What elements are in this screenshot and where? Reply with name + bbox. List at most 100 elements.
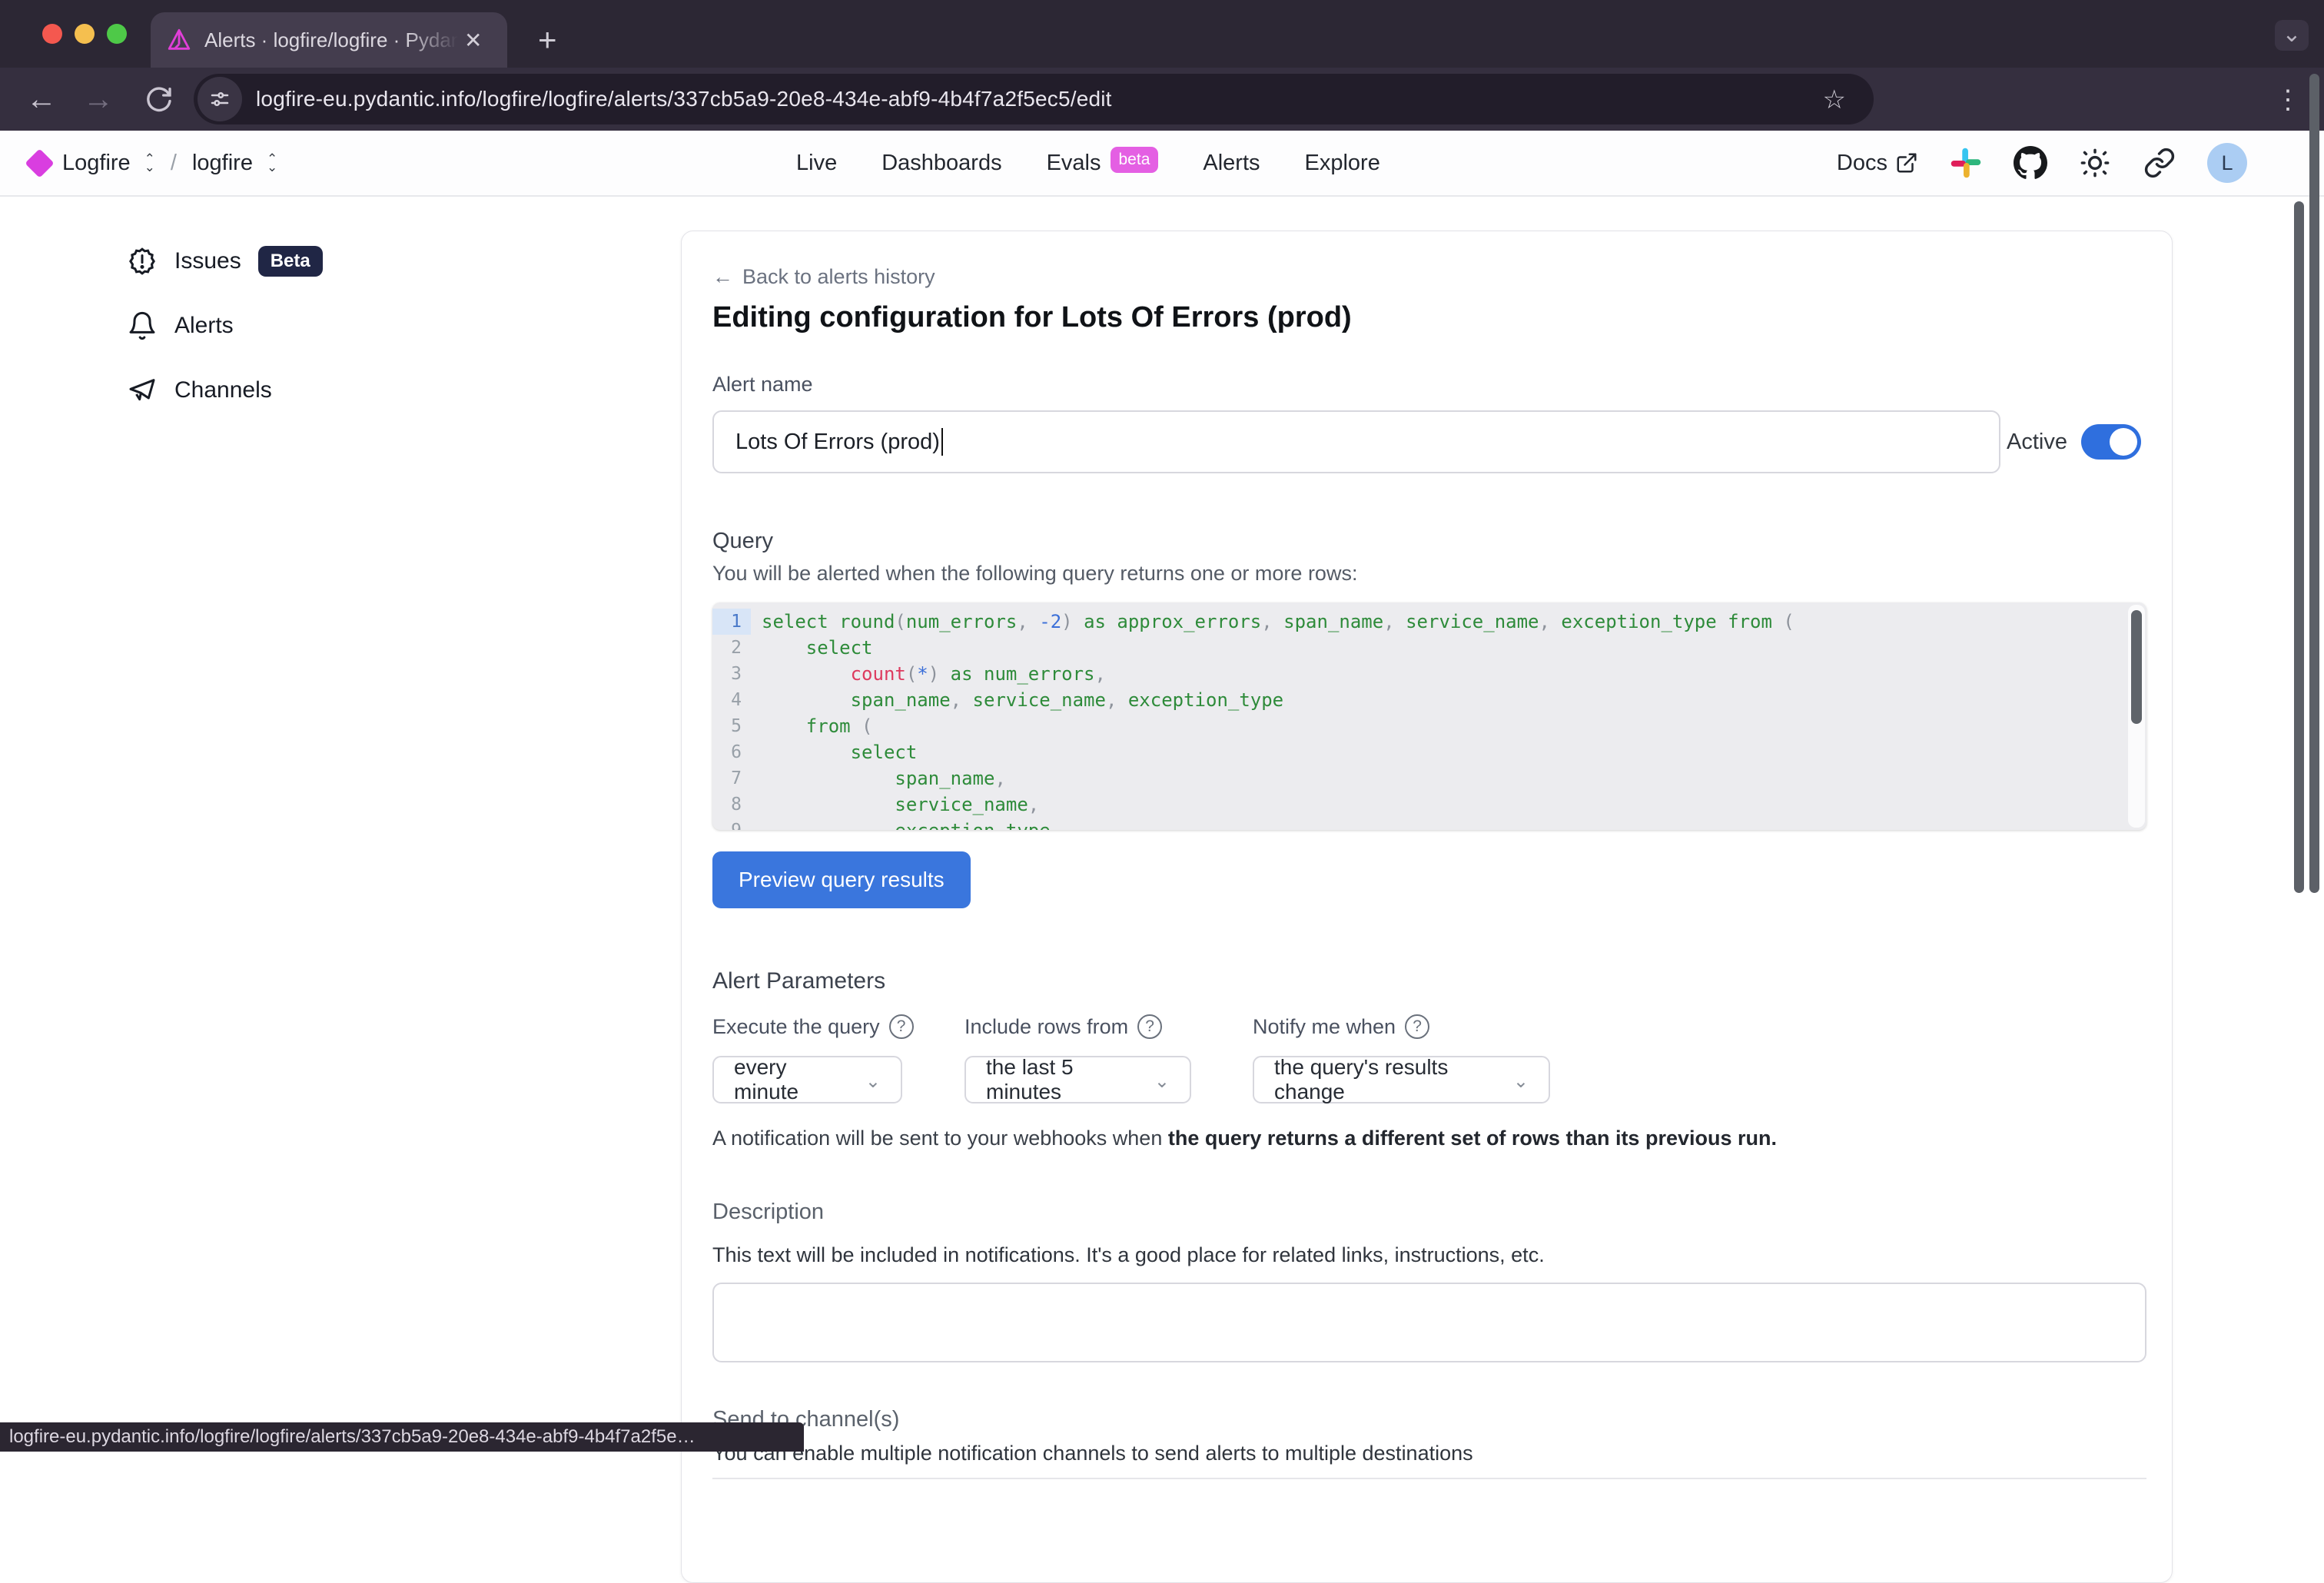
back-icon[interactable]: ← — [26, 82, 57, 117]
site-settings-icon[interactable] — [198, 77, 242, 121]
sidebar-item-label: Issues — [174, 248, 241, 274]
execute-query-label: Execute the query ? — [712, 1014, 964, 1039]
browser-menu-icon[interactable]: ⋮ — [2275, 85, 2301, 115]
window-scrollbar-thumb[interactable] — [2309, 74, 2319, 893]
forward-icon[interactable]: → — [83, 82, 114, 117]
app-header: Logfire ⌃⌄ / logfire ⌃⌄ Live Dashboards … — [0, 131, 2324, 197]
preview-query-button[interactable]: Preview query results — [712, 851, 971, 908]
project-name[interactable]: logfire — [192, 151, 253, 176]
sql-code[interactable]: 1select round(num_errors, -2) as approx_… — [712, 602, 2146, 830]
docs-link[interactable]: Docs — [1837, 151, 1918, 176]
help-icon[interactable]: ? — [889, 1014, 914, 1039]
code-line: 2 select — [712, 635, 2146, 661]
chevron-down-icon: ⌄ — [1154, 1070, 1170, 1093]
share-link-icon[interactable] — [2143, 146, 2176, 180]
bell-icon — [127, 310, 158, 341]
channels-divider — [712, 1478, 2146, 1479]
alert-parameters-heading: Alert Parameters — [712, 968, 2141, 994]
nav-live[interactable]: Live — [796, 151, 837, 176]
nav-evals[interactable]: Evalsbeta — [1047, 150, 1159, 176]
megaphone-icon — [127, 375, 158, 406]
sidebar-item-channels[interactable]: Channels — [127, 375, 450, 406]
notify-me-label: Notify me when ? — [1253, 1014, 1606, 1039]
tab-title-fade — [404, 28, 458, 52]
query-heading: Query — [712, 529, 2141, 554]
description-helper: This text will be included in notificati… — [712, 1243, 2141, 1267]
edit-alert-card: ← Back to alerts history Editing configu… — [681, 231, 2173, 1583]
tab-search-icon[interactable]: ⌄ — [2275, 20, 2309, 51]
code-line: 8 service_name, — [712, 792, 2146, 818]
logfire-logo-icon — [25, 148, 54, 178]
nav-explore[interactable]: Explore — [1305, 151, 1380, 176]
new-tab-button[interactable]: + — [538, 17, 557, 63]
project-switch-chevrons-icon[interactable]: ⌃⌄ — [267, 154, 277, 171]
reload-icon[interactable] — [143, 84, 174, 114]
external-link-icon — [1895, 151, 1918, 174]
include-rows-select[interactable]: the last 5 minutes⌄ — [964, 1056, 1191, 1103]
browser-toolbar: ← → logfire-eu.pydantic.info/logfire/log… — [0, 68, 2324, 131]
tab-title: Alerts · logfire/logfire · Pydant — [204, 28, 458, 52]
org-name[interactable]: Logfire — [62, 151, 131, 176]
help-icon[interactable]: ? — [1405, 1014, 1429, 1039]
execute-query-select[interactable]: every minute⌄ — [712, 1056, 902, 1103]
main-nav: Live Dashboards Evalsbeta Alerts Explore — [796, 131, 1380, 195]
browser-tab-strip: Alerts · logfire/logfire · Pydant ✕ + ⌄ — [0, 0, 2324, 68]
evals-beta-badge: beta — [1111, 147, 1159, 173]
slack-icon[interactable] — [1949, 146, 1983, 180]
nav-dashboards[interactable]: Dashboards — [881, 151, 1001, 176]
channels-helper: You can enable multiple notification cha… — [712, 1442, 2141, 1465]
back-arrow-icon: ← — [712, 265, 733, 289]
alert-name-label: Alert name — [712, 373, 2141, 397]
query-subtitle: You will be alerted when the following q… — [712, 562, 2141, 586]
user-avatar[interactable]: L — [2207, 143, 2247, 183]
header-actions: Docs L — [1837, 131, 2247, 195]
alert-name-input[interactable]: Lots Of Errors (prod) — [712, 410, 2000, 473]
code-line: 5 from ( — [712, 713, 2146, 739]
address-bar[interactable]: logfire-eu.pydantic.info/logfire/logfire… — [194, 74, 1874, 124]
sidebar-item-alerts[interactable]: Alerts — [127, 310, 450, 341]
issues-badge-icon — [127, 246, 158, 277]
window-minimize-button[interactable] — [75, 24, 95, 44]
tab-close-icon[interactable]: ✕ — [464, 28, 482, 53]
sidebar-item-label: Channels — [174, 377, 272, 403]
back-to-alerts-link[interactable]: ← Back to alerts history — [712, 265, 2141, 289]
org-project-switcher[interactable]: Logfire ⌃⌄ / logfire ⌃⌄ — [29, 131, 277, 195]
code-line: 7 span_name, — [712, 765, 2146, 792]
browser-tab[interactable]: Alerts · logfire/logfire · Pydant ✕ — [151, 12, 507, 68]
code-line: 4 span_name, service_name, exception_typ… — [712, 687, 2146, 713]
sql-code-lines: 1select round(num_errors, -2) as approx_… — [712, 602, 2146, 830]
sidebar-item-issues[interactable]: Issues Beta — [127, 246, 450, 277]
code-line: 1select round(num_errors, -2) as approx_… — [712, 609, 2146, 635]
theme-toggle-sun-icon[interactable] — [2078, 146, 2112, 180]
page-title: Editing configuration for Lots Of Errors… — [712, 301, 2141, 334]
description-heading: Description — [712, 1200, 2141, 1225]
breadcrumb-separator: / — [171, 151, 177, 176]
description-textarea[interactable] — [712, 1283, 2146, 1362]
text-cursor — [941, 428, 943, 456]
notify-me-select[interactable]: the query's results change⌄ — [1253, 1056, 1550, 1103]
code-scrollbar-thumb[interactable] — [2131, 610, 2142, 724]
window-close-button[interactable] — [42, 24, 62, 44]
bookmark-star-icon[interactable]: ☆ — [1823, 85, 1846, 115]
window-zoom-button[interactable] — [107, 24, 127, 44]
logfire-favicon-icon — [166, 27, 192, 53]
chevron-down-icon: ⌄ — [1513, 1070, 1529, 1093]
org-switch-chevrons-icon[interactable]: ⌃⌄ — [144, 154, 155, 171]
sidebar: Issues Beta Alerts Channels — [127, 246, 450, 440]
sidebar-item-label: Alerts — [174, 313, 234, 339]
active-toggle[interactable] — [2081, 424, 2141, 460]
include-rows-label: Include rows from ? — [964, 1014, 1253, 1039]
issues-beta-badge: Beta — [258, 246, 323, 277]
active-label: Active — [2007, 430, 2067, 455]
github-icon[interactable] — [2014, 146, 2047, 180]
help-icon[interactable]: ? — [1137, 1014, 1162, 1039]
window-controls[interactable] — [42, 24, 127, 44]
notification-note: A notification will be sent to your webh… — [712, 1127, 2141, 1150]
channels-heading: Send to channel(s) — [712, 1407, 2141, 1432]
content-scrollbar-thumb[interactable] — [2294, 201, 2304, 893]
code-line: 9 exception_type — [712, 818, 2146, 830]
code-line: 3 count(*) as num_errors, — [712, 661, 2146, 687]
url-text[interactable]: logfire-eu.pydantic.info/logfire/logfire… — [256, 87, 1112, 111]
nav-alerts[interactable]: Alerts — [1203, 151, 1260, 176]
chevron-down-icon: ⌄ — [865, 1070, 881, 1093]
